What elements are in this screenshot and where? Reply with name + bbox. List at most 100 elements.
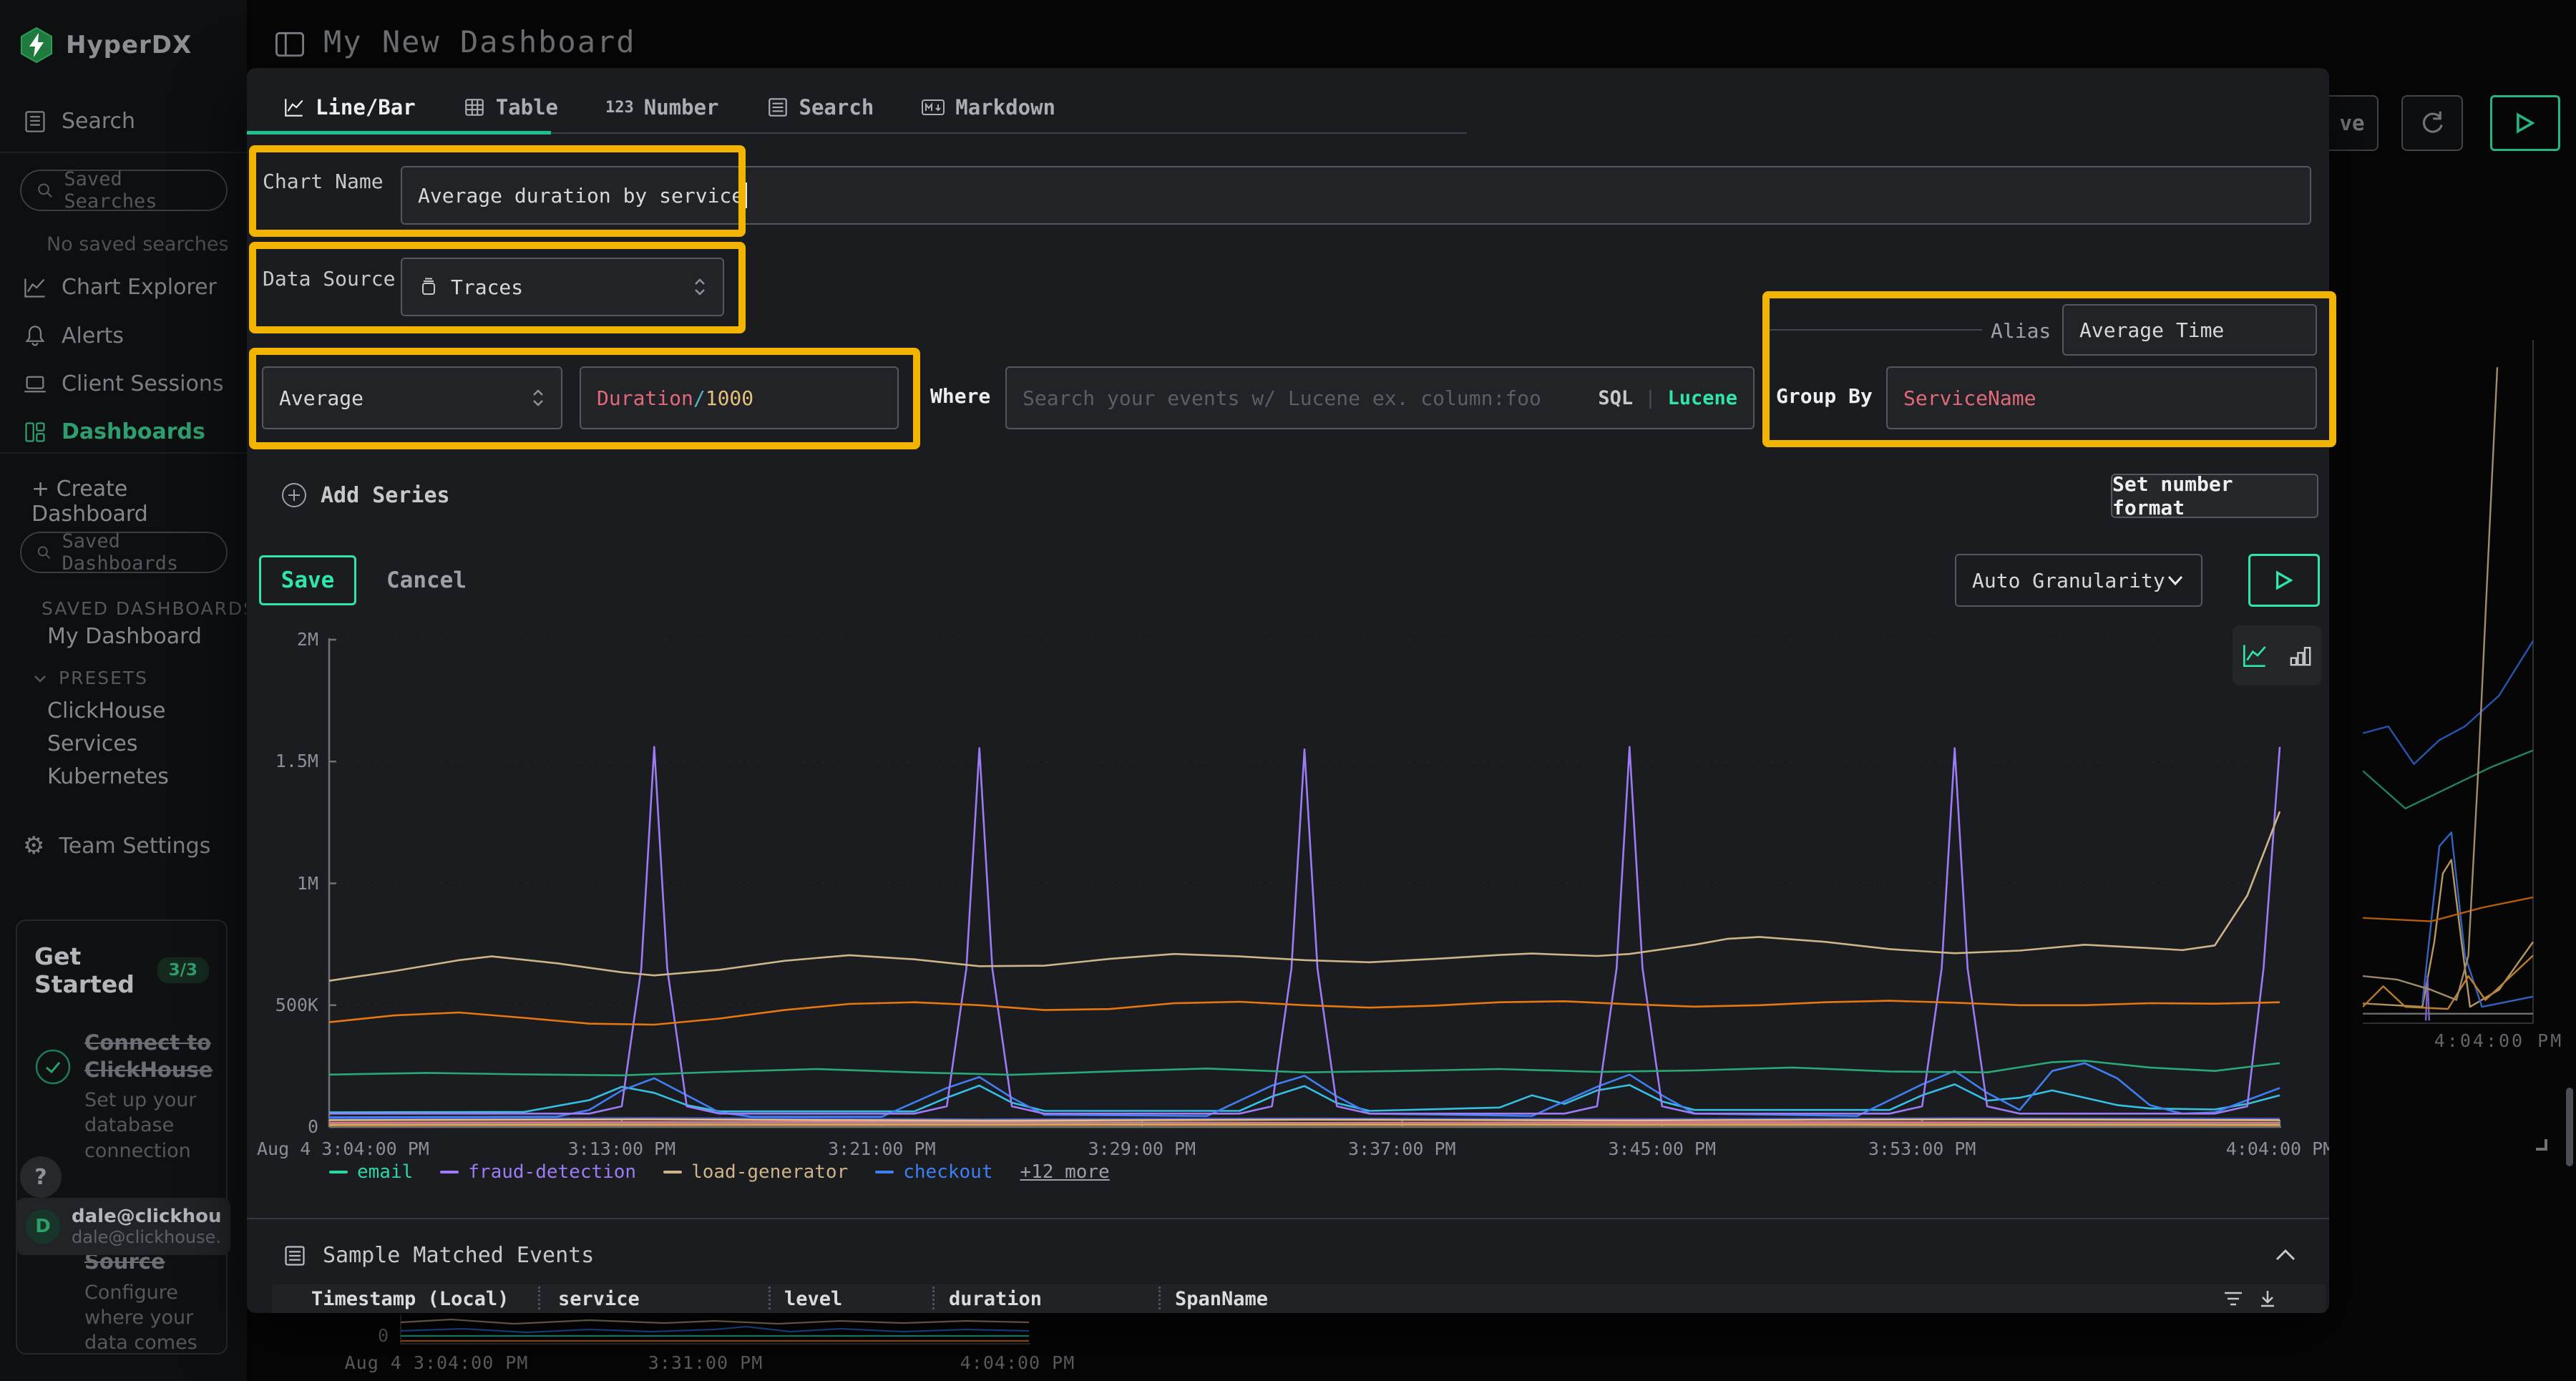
sidebar-item-alerts[interactable]: Alerts: [23, 323, 124, 348]
column-resizer[interactable]: [538, 1287, 540, 1309]
chart-series-line: [329, 1084, 2280, 1112]
column-header[interactable]: Timestamp (Local): [311, 1288, 509, 1310]
sidebar-item-clickhouse[interactable]: ClickHouse: [47, 698, 166, 723]
timeseries-chart[interactable]: [328, 637, 2283, 1130]
sidebar-item-label: Search: [62, 109, 135, 134]
bar-chart-icon[interactable]: [2288, 643, 2313, 668]
get-started-item[interactable]: Connect to ClickHouse Set up your databa…: [34, 1030, 209, 1163]
get-started-badge: 3/3: [157, 957, 209, 983]
sidebar: HyperDX Search Saved Searches No saved s…: [0, 0, 247, 1381]
alias-input[interactable]: Average Time: [2062, 304, 2317, 356]
set-number-format-button[interactable]: Set number format: [2111, 474, 2318, 518]
group-by-label: Group By: [1776, 384, 1873, 408]
x-tick-label: 3:37:00 PM: [1348, 1138, 1456, 1159]
chart-explorer-icon: [23, 275, 47, 300]
chart-series-line: [329, 1001, 2280, 1025]
logo-text: HyperDX: [66, 31, 192, 59]
column-resizer[interactable]: [769, 1287, 771, 1309]
logo[interactable]: HyperDX: [20, 27, 192, 63]
legend-swatch: [329, 1171, 348, 1173]
chevron-down-icon: [31, 670, 49, 687]
y-tick-label: 1M: [247, 873, 318, 894]
help-button[interactable]: ?: [20, 1156, 62, 1198]
tab-line-bar[interactable]: Line/Bar: [283, 95, 416, 119]
column-header[interactable]: service: [558, 1288, 640, 1310]
chart-name-label: Chart Name: [263, 170, 384, 193]
avatar: D: [26, 1209, 60, 1244]
filter-icon[interactable]: [2222, 1289, 2245, 1309]
collapse-sidebar-button[interactable]: [274, 30, 306, 62]
download-icon[interactable]: [2258, 1289, 2278, 1309]
column-header[interactable]: level: [784, 1288, 842, 1310]
aggregation-select[interactable]: Average: [262, 366, 562, 429]
data-source-select[interactable]: Traces: [401, 258, 724, 316]
sidebar-item-chart-explorer[interactable]: Chart Explorer: [23, 275, 217, 300]
get-started-card: Get Started 3/3 Connect to ClickHouse Se…: [16, 919, 228, 1355]
x-tick-label: 3:45:00 PM: [1609, 1138, 1717, 1159]
refresh-button[interactable]: [2401, 95, 2463, 151]
scrollbar-thumb[interactable]: [2566, 1088, 2573, 1166]
saved-dashboards-input[interactable]: Saved Dashboards: [20, 532, 228, 573]
tab-number[interactable]: 123 Number: [605, 95, 719, 119]
alias-divider-line: [1769, 329, 1982, 331]
refresh-icon: [2418, 109, 2446, 137]
cancel-button[interactable]: Cancel: [386, 555, 467, 605]
create-dashboard-button[interactable]: + Create Dashboard: [31, 477, 247, 527]
legend-item[interactable]: email: [329, 1161, 413, 1183]
sidebar-divider: [0, 452, 247, 454]
background-chart-right-xtick: 4:04:00 PM: [2434, 1030, 2564, 1051]
sidebar-item-kubernetes[interactable]: Kubernetes: [47, 764, 169, 789]
run-query-button-background[interactable]: [2490, 95, 2560, 151]
chart-series-line: [401, 1327, 1029, 1332]
sidebar-item-search[interactable]: Search: [23, 109, 135, 134]
resize-handle[interactable]: [2536, 1139, 2547, 1151]
legend-item[interactable]: checkout: [875, 1161, 992, 1183]
sidebar-item-client-sessions[interactable]: Client Sessions: [23, 371, 223, 396]
sidebar-item-dashboards[interactable]: Dashboards: [23, 419, 205, 444]
chart-name-input[interactable]: Average duration by service: [401, 166, 2311, 225]
aggregation-field-input[interactable]: Duration/1000: [580, 366, 899, 429]
tab-search[interactable]: Search: [766, 95, 874, 119]
column-resizer[interactable]: [932, 1287, 935, 1309]
where-input[interactable]: Search your events w/ Lucene ex. column:…: [1005, 366, 1755, 429]
user-menu[interactable]: D dale@clickhouse.c dale@clickhouse.com'…: [16, 1198, 230, 1255]
collapse-section-chevron-up-icon[interactable]: [2273, 1247, 2298, 1263]
save-dashboard-button-fragment[interactable]: ve: [2327, 95, 2379, 151]
saved-dashboards-placeholder: Saved Dashboards: [62, 530, 212, 575]
group-by-input[interactable]: ServiceName: [1886, 366, 2317, 429]
chart-type-tabs: Line/Bar Table 123 Number Search: [283, 84, 1055, 131]
column-header[interactable]: duration: [949, 1288, 1042, 1310]
legend-item[interactable]: fraud-detection: [440, 1161, 636, 1183]
section-divider: [247, 1218, 2329, 1219]
run-chart-button[interactable]: [2248, 554, 2320, 607]
chart-legend: email fraud-detection load-generator che…: [329, 1161, 1110, 1183]
save-button[interactable]: Save: [259, 555, 356, 605]
x-tick-label: 3:21:00 PM: [828, 1138, 936, 1159]
search-list-icon: [766, 96, 789, 119]
legend-item[interactable]: load-generator: [663, 1161, 848, 1183]
active-tab-indicator: [247, 131, 551, 135]
sql-mode-toggle[interactable]: SQL: [1598, 387, 1633, 409]
add-series-button[interactable]: Add Series: [280, 482, 450, 509]
legend-swatch: [875, 1171, 894, 1173]
sidebar-item-team-settings[interactable]: ⚙ Team Settings: [23, 831, 210, 860]
saved-searches-input[interactable]: Saved Searches: [20, 170, 228, 211]
column-header[interactable]: SpanName: [1175, 1288, 1268, 1310]
x-tick-label: 3:29:00 PM: [1088, 1138, 1196, 1159]
presets-section[interactable]: PRESETS: [31, 668, 148, 688]
tab-table[interactable]: Table: [463, 95, 558, 119]
legend-more-link[interactable]: +12 more: [1020, 1161, 1109, 1183]
no-saved-searches-text: No saved searches: [47, 233, 229, 255]
column-resizer[interactable]: [1158, 1287, 1161, 1309]
lucene-mode-toggle[interactable]: Lucene: [1667, 387, 1737, 409]
saved-dashboards-section[interactable]: SAVED DASHBOARDS: [31, 598, 246, 619]
field-expression: Duration/1000: [597, 386, 753, 410]
tab-markdown[interactable]: Markdown: [921, 95, 1055, 119]
line-chart-icon: [283, 96, 306, 119]
sidebar-item-my-dashboard[interactable]: My Dashboard: [47, 624, 202, 649]
sidebar-item-services[interactable]: Services: [47, 731, 138, 756]
granularity-select[interactable]: Auto Granularity: [1955, 554, 2202, 607]
sidebar-item-label: Chart Explorer: [62, 275, 217, 300]
circle-plus-icon: [280, 482, 308, 509]
chart-series-line: [329, 747, 2280, 1114]
